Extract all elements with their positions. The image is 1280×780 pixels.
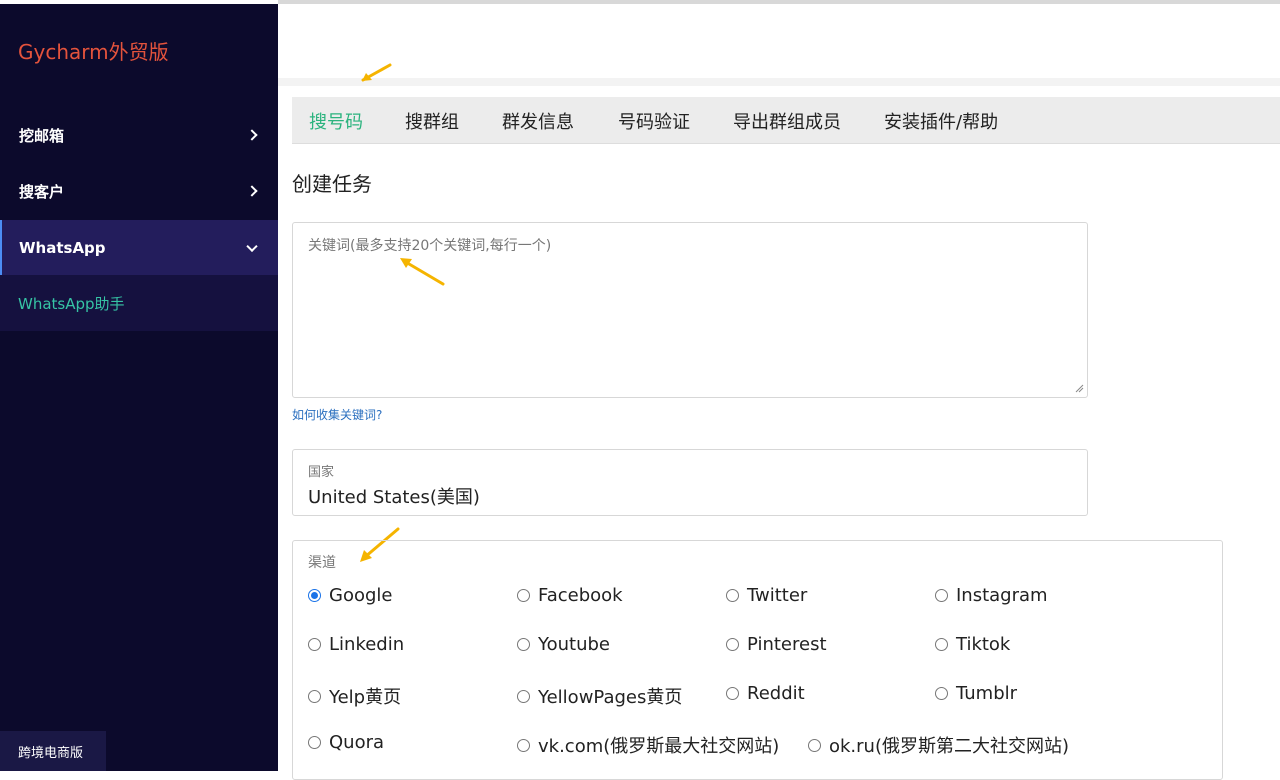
channel-option-label: ok.ru(俄罗斯第二大社交网站): [829, 736, 1070, 757]
tab-number-verify[interactable]: 号码验证: [618, 97, 690, 144]
sidebar-item-whatsapp[interactable]: WhatsApp: [0, 220, 278, 275]
tab-search-numbers[interactable]: 搜号码: [309, 97, 363, 144]
sidebar: Gycharm外贸版 挖邮箱 搜客户 WhatsApp WhatsApp助手 跨…: [0, 4, 278, 771]
tab-export-members[interactable]: 导出群组成员: [733, 97, 841, 144]
keyword-help-link[interactable]: 如何收集关键词?: [292, 406, 382, 423]
channel-option-label: Tumblr: [956, 683, 1018, 704]
channel-option-label: Instagram: [956, 585, 1048, 606]
chevron-right-icon: [246, 129, 258, 141]
channel-option-label: YellowPages黄页: [538, 687, 683, 708]
resize-handle-icon[interactable]: [1075, 384, 1084, 393]
channel-option-pinterest[interactable]: Pinterest: [726, 634, 827, 655]
channel-label: 渠道: [308, 555, 336, 571]
channel-option-google[interactable]: Google: [308, 585, 392, 606]
radio-unchecked-icon: [726, 687, 739, 700]
main-content: 搜号码 搜群组 群发信息 号码验证 导出群组成员 安装插件/帮助 创建任务 如何…: [278, 0, 1280, 780]
keywords-input[interactable]: [292, 222, 1088, 398]
channel-option-vk[interactable]: vk.com(俄罗斯最大社交网站): [517, 732, 779, 758]
channel-option-label: Quora: [329, 732, 385, 753]
tab-bar: 搜号码 搜群组 群发信息 号码验证 导出群组成员 安装插件/帮助: [292, 97, 1280, 144]
radio-unchecked-icon: [517, 589, 530, 602]
sidebar-item-label: 搜客户: [19, 182, 65, 201]
channel-option-label: vk.com(俄罗斯最大社交网站): [538, 736, 780, 757]
sidebar-item-label: WhatsApp: [19, 238, 106, 257]
radio-unchecked-icon: [935, 589, 948, 602]
channel-option-label: Yelp黄页: [329, 687, 402, 708]
tab-plugin-help[interactable]: 安装插件/帮助: [884, 97, 998, 144]
tab-search-groups[interactable]: 搜群组: [405, 97, 459, 144]
sidebar-subitem-whatsapp-assistant[interactable]: WhatsApp助手: [0, 275, 278, 331]
channel-option-label: Tiktok: [956, 634, 1011, 655]
channel-option-label: Youtube: [538, 634, 610, 655]
channel-option-youtube[interactable]: Youtube: [517, 634, 610, 655]
channel-option-label: Reddit: [747, 683, 805, 704]
top-border: [278, 0, 1280, 4]
sidebar-item-search-customers[interactable]: 搜客户: [0, 164, 278, 218]
radio-unchecked-icon: [935, 638, 948, 651]
channel-option-label: Twitter: [747, 585, 808, 606]
channel-option-reddit[interactable]: Reddit: [726, 683, 805, 704]
radio-unchecked-icon: [308, 689, 321, 703]
channel-option-yellowpages[interactable]: YellowPages黄页: [517, 683, 682, 709]
channel-option-label: Google: [329, 585, 393, 606]
radio-unchecked-icon: [935, 687, 948, 700]
radio-unchecked-icon: [726, 589, 739, 602]
annotation-arrow-icon: [400, 258, 445, 286]
radio-unchecked-icon: [726, 638, 739, 651]
channel-option-tumblr[interactable]: Tumblr: [935, 683, 1017, 704]
radio-unchecked-icon: [517, 638, 530, 651]
channel-option-ok[interactable]: ok.ru(俄罗斯第二大社交网站): [808, 732, 1069, 758]
tab-bulk-message[interactable]: 群发信息: [502, 97, 574, 144]
channel-option-instagram[interactable]: Instagram: [935, 585, 1048, 606]
country-select[interactable]: 国家 United States(美国): [292, 449, 1088, 516]
channel-option-linkedin[interactable]: Linkedin: [308, 634, 404, 655]
page-title: 创建任务: [292, 172, 372, 196]
chevron-down-icon: [246, 240, 258, 252]
sidebar-item-label: 挖邮箱: [19, 126, 65, 145]
channel-option-facebook[interactable]: Facebook: [517, 585, 623, 606]
sidebar-subitem-label: WhatsApp助手: [18, 294, 125, 313]
edition-badge: 跨境电商版: [0, 731, 106, 771]
radio-unchecked-icon: [517, 689, 530, 703]
radio-unchecked-icon: [808, 738, 821, 752]
channel-option-label: Facebook: [538, 585, 623, 606]
channel-group: 渠道 Google Facebook Twitter Instagram Lin…: [292, 540, 1223, 780]
annotation-arrow-icon: [361, 63, 392, 82]
radio-unchecked-icon: [517, 738, 530, 752]
country-value: United States(美国): [308, 487, 480, 508]
channel-option-label: Pinterest: [747, 634, 827, 655]
channel-option-tiktok[interactable]: Tiktok: [935, 634, 1010, 655]
radio-unchecked-icon: [308, 638, 321, 651]
radio-checked-icon: [308, 589, 321, 602]
country-label: 国家: [308, 465, 335, 480]
brand-logo: Gycharm外贸版: [18, 40, 169, 64]
sidebar-item-dig-email[interactable]: 挖邮箱: [0, 108, 278, 162]
channel-option-quora[interactable]: Quora: [308, 732, 384, 753]
chevron-right-icon: [246, 185, 258, 197]
radio-unchecked-icon: [308, 736, 321, 749]
channel-option-twitter[interactable]: Twitter: [726, 585, 807, 606]
header-divider: [278, 78, 1280, 86]
channel-option-yelp[interactable]: Yelp黄页: [308, 683, 401, 709]
channel-option-label: Linkedin: [329, 634, 405, 655]
